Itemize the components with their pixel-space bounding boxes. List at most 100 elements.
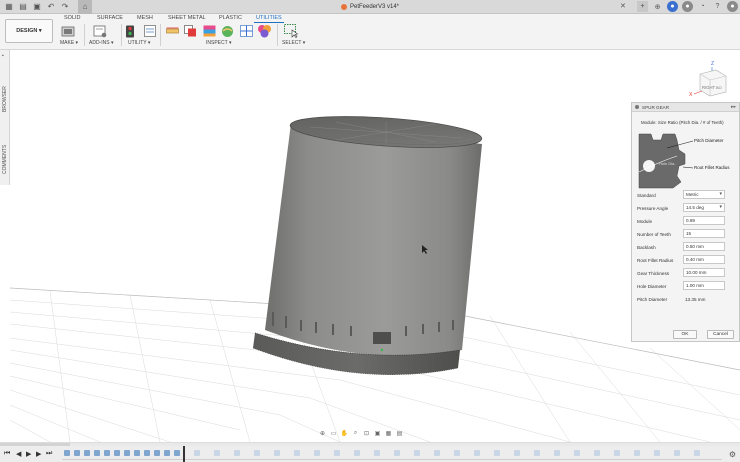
backlash-input[interactable]: 0.50 mm [683, 242, 725, 251]
tab-solid[interactable]: SOLID [64, 15, 81, 21]
number-of-teeth-input[interactable]: 15 [683, 229, 725, 238]
timeline-feature[interactable] [514, 450, 520, 456]
workspace-button[interactable]: DESIGN ▾ [5, 19, 53, 43]
tab-sheet-metal[interactable]: SHEET METAL [168, 15, 206, 21]
timeline-feature[interactable] [394, 450, 400, 456]
timeline-feature[interactable] [694, 450, 700, 456]
redo-icon[interactable]: ↷ [60, 2, 70, 11]
timeline-feature[interactable] [574, 450, 580, 456]
profile-icon[interactable]: ● [727, 1, 738, 12]
curvature-analysis-icon[interactable] [203, 25, 216, 37]
step-forward-icon[interactable]: ▶ [36, 450, 41, 458]
timeline-settings-icon[interactable]: ⚙ [729, 450, 736, 459]
measure-icon[interactable] [166, 27, 179, 35]
orbit-icon[interactable]: ⊕ [318, 429, 327, 437]
timeline-feature[interactable] [674, 450, 680, 456]
select-window-icon[interactable] [284, 24, 299, 38]
tab-surface[interactable]: SURFACE [97, 15, 123, 21]
timeline-feature[interactable] [234, 450, 240, 456]
interference-icon[interactable] [184, 25, 197, 37]
help-icon[interactable]: ? [712, 1, 723, 12]
timeline-feature[interactable] [654, 450, 660, 456]
comments-tab[interactable]: COMMENTS [2, 145, 8, 174]
grid-menu-icon[interactable]: ▦ [4, 2, 14, 11]
3d-print-icon[interactable] [61, 24, 75, 38]
timeline-feature[interactable] [634, 450, 640, 456]
pan-icon[interactable]: ✋ [340, 429, 349, 437]
display-settings-icon[interactable]: ▣ [373, 429, 382, 437]
zoom-icon[interactable]: ⌕ [351, 429, 360, 437]
group-make[interactable]: MAKE ▾ [60, 40, 78, 46]
timeline-feature[interactable] [194, 450, 200, 456]
expand-dialog-icon[interactable]: ▸▸ [731, 104, 736, 110]
jobs-icon[interactable]: ● [682, 1, 693, 12]
timeline-feature[interactable] [554, 450, 560, 456]
timeline-feature[interactable] [414, 450, 420, 456]
timeline-feature[interactable] [144, 450, 150, 456]
viewports-icon[interactable]: ▤ [395, 429, 404, 437]
standard-select[interactable]: Metric [683, 190, 725, 199]
step-back-icon[interactable]: ◀ [16, 450, 21, 458]
timeline-feature[interactable] [104, 450, 110, 456]
cancel-button[interactable]: Cancel [707, 330, 734, 339]
timeline-feature[interactable] [254, 450, 260, 456]
display-component-colors-icon[interactable] [257, 24, 272, 38]
group-utility[interactable]: UTILITY ▾ [128, 40, 150, 46]
timeline-feature[interactable] [274, 450, 280, 456]
timeline-feature[interactable] [594, 450, 600, 456]
group-select[interactable]: SELECT ▾ [282, 40, 305, 46]
group-addins[interactable]: ADD-INS ▾ [89, 40, 113, 46]
timeline-feature[interactable] [214, 450, 220, 456]
module-input[interactable]: 0.89 [683, 216, 725, 225]
timeline-feature[interactable] [474, 450, 480, 456]
timeline-feature[interactable] [164, 450, 170, 456]
timeline-feature[interactable] [454, 450, 460, 456]
timeline-feature[interactable] [114, 450, 120, 456]
undo-icon[interactable]: ↶ [46, 2, 56, 11]
new-tab-icon[interactable]: + [637, 1, 648, 12]
timeline-feature[interactable] [74, 450, 80, 456]
timeline-feature[interactable] [334, 450, 340, 456]
timeline-feature[interactable] [494, 450, 500, 456]
timeline-feature[interactable] [434, 450, 440, 456]
save-icon[interactable]: ▣ [32, 2, 42, 11]
tab-utilities[interactable]: UTILITIES [256, 15, 282, 21]
notifications-icon[interactable]: ◔ [697, 1, 708, 12]
account-icon[interactable]: ● [667, 1, 678, 12]
play-icon[interactable]: ▶ [26, 450, 31, 458]
home-icon[interactable]: ⌂ [78, 0, 92, 14]
section-analysis-icon[interactable] [240, 25, 253, 37]
extensions-icon[interactable]: ⊕ [652, 1, 663, 12]
group-inspect[interactable]: INSPECT ▾ [206, 40, 231, 46]
timeline-marker[interactable] [183, 446, 185, 462]
timeline-feature[interactable] [314, 450, 320, 456]
timeline-feature[interactable] [154, 450, 160, 456]
collapse-handle-icon[interactable]: ▪ [2, 53, 4, 59]
ok-button[interactable]: OK [673, 330, 697, 339]
change-parameters-icon[interactable] [144, 25, 156, 37]
traffic-light-icon[interactable] [125, 25, 135, 38]
zebra-analysis-icon[interactable] [221, 25, 234, 38]
tab-mesh[interactable]: MESH [137, 15, 153, 21]
close-document-icon[interactable]: ✕ [620, 2, 626, 10]
timeline-feature[interactable] [94, 450, 100, 456]
browser-tab[interactable]: BROWSER [2, 86, 8, 112]
pressure-angle-select[interactable]: 14.5 deg [683, 203, 725, 212]
timeline-feature[interactable] [64, 450, 70, 456]
hole-diameter-input[interactable]: 1.00 mm [683, 281, 725, 290]
timeline-feature[interactable] [134, 450, 140, 456]
grid-settings-icon[interactable]: ▦ [384, 429, 393, 437]
fit-icon[interactable]: ⊡ [362, 429, 371, 437]
timeline-feature[interactable] [614, 450, 620, 456]
tab-plastic[interactable]: PLASTIC [219, 15, 242, 21]
timeline-feature[interactable] [124, 450, 130, 456]
timeline-feature[interactable] [84, 450, 90, 456]
last-step-icon[interactable]: ⏭ [46, 450, 52, 458]
timeline-feature[interactable] [294, 450, 300, 456]
timeline-feature[interactable] [354, 450, 360, 456]
timeline-feature[interactable] [374, 450, 380, 456]
first-step-icon[interactable]: ⏮ [4, 450, 10, 458]
timeline-feature[interactable] [174, 450, 180, 456]
gear-thickness-input[interactable]: 10.00 mm [683, 268, 725, 277]
file-icon[interactable]: ▤ [18, 2, 28, 11]
